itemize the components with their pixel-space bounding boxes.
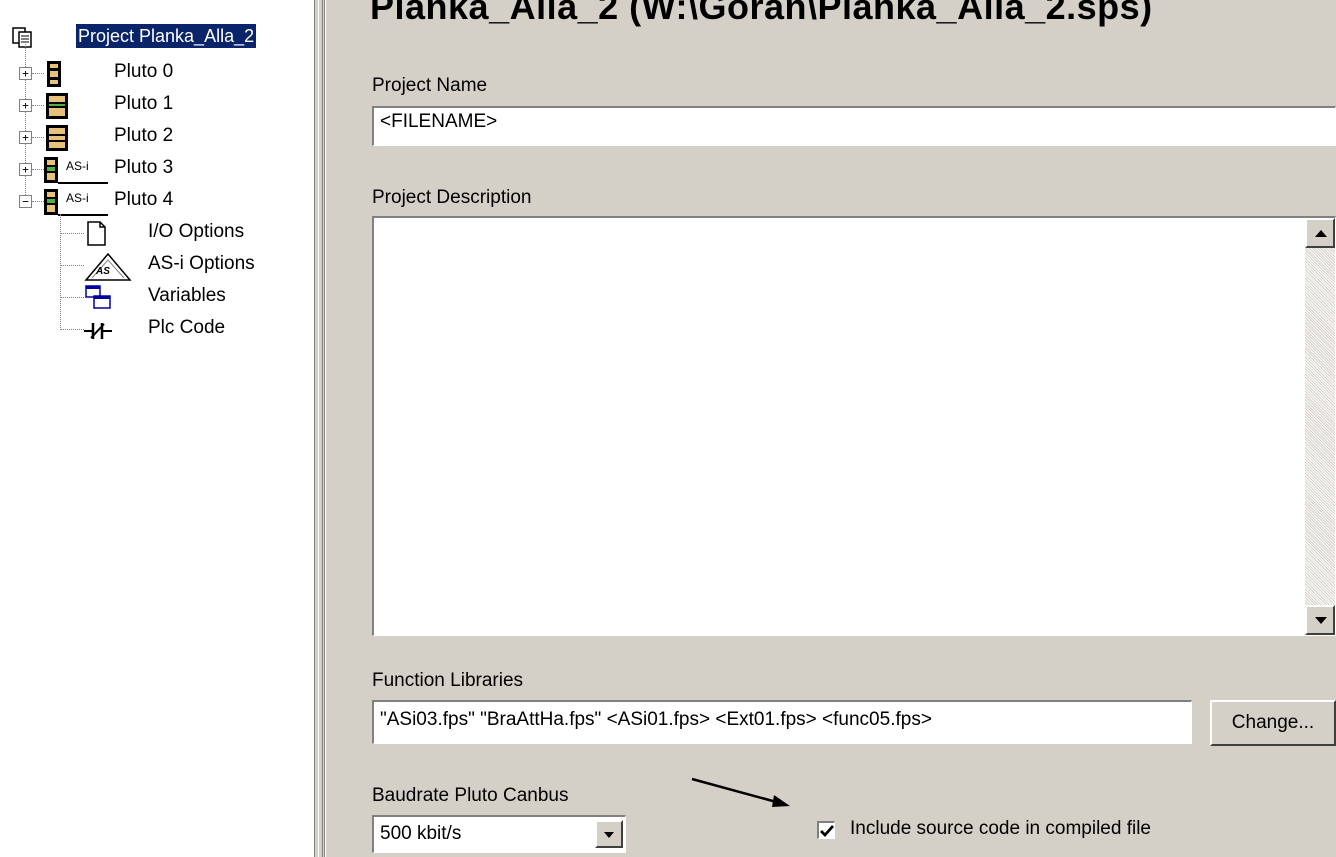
tree-item-label: Plc Code (148, 317, 226, 338)
expand-button[interactable]: + (19, 163, 32, 176)
tree-item-label: Pluto 4 (114, 189, 174, 210)
tree-item-label: Pluto 2 (114, 125, 174, 146)
tree-item-variables[interactable]: Variables (0, 282, 310, 312)
tree-item-label: Pluto 3 (114, 157, 174, 178)
tree-root-label[interactable]: Project Planka_Alla_2 (76, 24, 257, 48)
tree-root-project[interactable]: Project Planka_Alla_2 (10, 24, 310, 56)
tree-item-asi-options[interactable]: AS AS-i Options (0, 250, 310, 281)
tree-item-pluto-1[interactable]: + Pluto 1 (0, 90, 310, 120)
pluto-unit-icon (47, 61, 61, 87)
baudrate-label: Baudrate Pluto Canbus (372, 785, 569, 806)
baudrate-select[interactable]: 500 kbit/s (372, 815, 626, 853)
tree-item-pluto-4[interactable]: − AS-i Pluto 4 (0, 186, 310, 216)
tree-item-plc-code[interactable]: Plc Code (0, 314, 310, 344)
change-libraries-button[interactable]: Change... (1210, 700, 1336, 746)
function-libraries-label: Function Libraries (372, 670, 524, 691)
project-description-label: Project Description (372, 187, 532, 208)
tree-item-label: AS-i Options (148, 253, 255, 274)
scroll-down-button[interactable] (1305, 605, 1335, 635)
variables-windows-icon (85, 285, 111, 309)
project-properties-panel: Planka_Alla_2 (W:\Goran\Planka_Alla_2.sp… (326, 0, 1336, 857)
ladder-contact-icon (84, 323, 112, 339)
asi-badge: AS-i (66, 191, 89, 205)
tree-item-io-options[interactable]: I/O Options (0, 218, 310, 248)
expand-button[interactable]: + (19, 99, 32, 112)
project-tree[interactable]: Project Planka_Alla_2 + Pluto 0 + Pluto … (0, 0, 310, 857)
vertical-scrollbar[interactable] (1305, 218, 1335, 635)
as-badge: AS (96, 266, 110, 277)
tree-item-pluto-0[interactable]: + Pluto 0 (0, 58, 310, 88)
baudrate-value: 500 kbit/s (380, 823, 462, 844)
project-title: Planka_Alla_2 (W:\Goran\Planka_Alla_2.sp… (370, 0, 1153, 27)
pluto-unit-icon (46, 93, 68, 119)
project-description-textarea[interactable] (372, 216, 1336, 636)
project-name-input[interactable]: <FILENAME> (372, 106, 1336, 146)
collapse-button[interactable]: − (19, 195, 32, 208)
arrow-up-icon (1315, 230, 1327, 237)
function-libraries-field[interactable]: "ASi03.fps" "BraAttHa.fps" <ASi01.fps> <… (372, 700, 1192, 744)
tree-item-label: I/O Options (148, 221, 245, 242)
expand-button[interactable]: + (19, 131, 32, 144)
arrow-down-icon (1315, 617, 1327, 624)
chevron-down-icon (604, 832, 614, 838)
tree-item-label: Pluto 0 (114, 61, 174, 82)
include-source-checkbox[interactable] (817, 821, 835, 839)
pluto-unit-icon (46, 125, 68, 151)
include-source-label[interactable]: Include source code in compiled file (850, 818, 1151, 840)
annotation-arrow-icon (691, 777, 790, 807)
pane-splitter[interactable] (314, 0, 325, 857)
scroll-up-button[interactable] (1305, 218, 1335, 248)
project-name-label: Project Name (372, 75, 488, 96)
tree-item-pluto-2[interactable]: + Pluto 2 (0, 122, 310, 152)
project-document-icon (12, 27, 32, 48)
tree-item-label: Pluto 1 (114, 93, 174, 114)
tree-item-pluto-3[interactable]: + AS-i Pluto 3 (0, 154, 310, 184)
expand-button[interactable]: + (19, 67, 32, 80)
tree-item-label: Variables (148, 285, 226, 306)
blank-page-icon (87, 221, 106, 246)
checkmark-icon (820, 825, 835, 838)
asi-badge: AS-i (66, 159, 89, 173)
dropdown-button[interactable] (595, 820, 623, 848)
